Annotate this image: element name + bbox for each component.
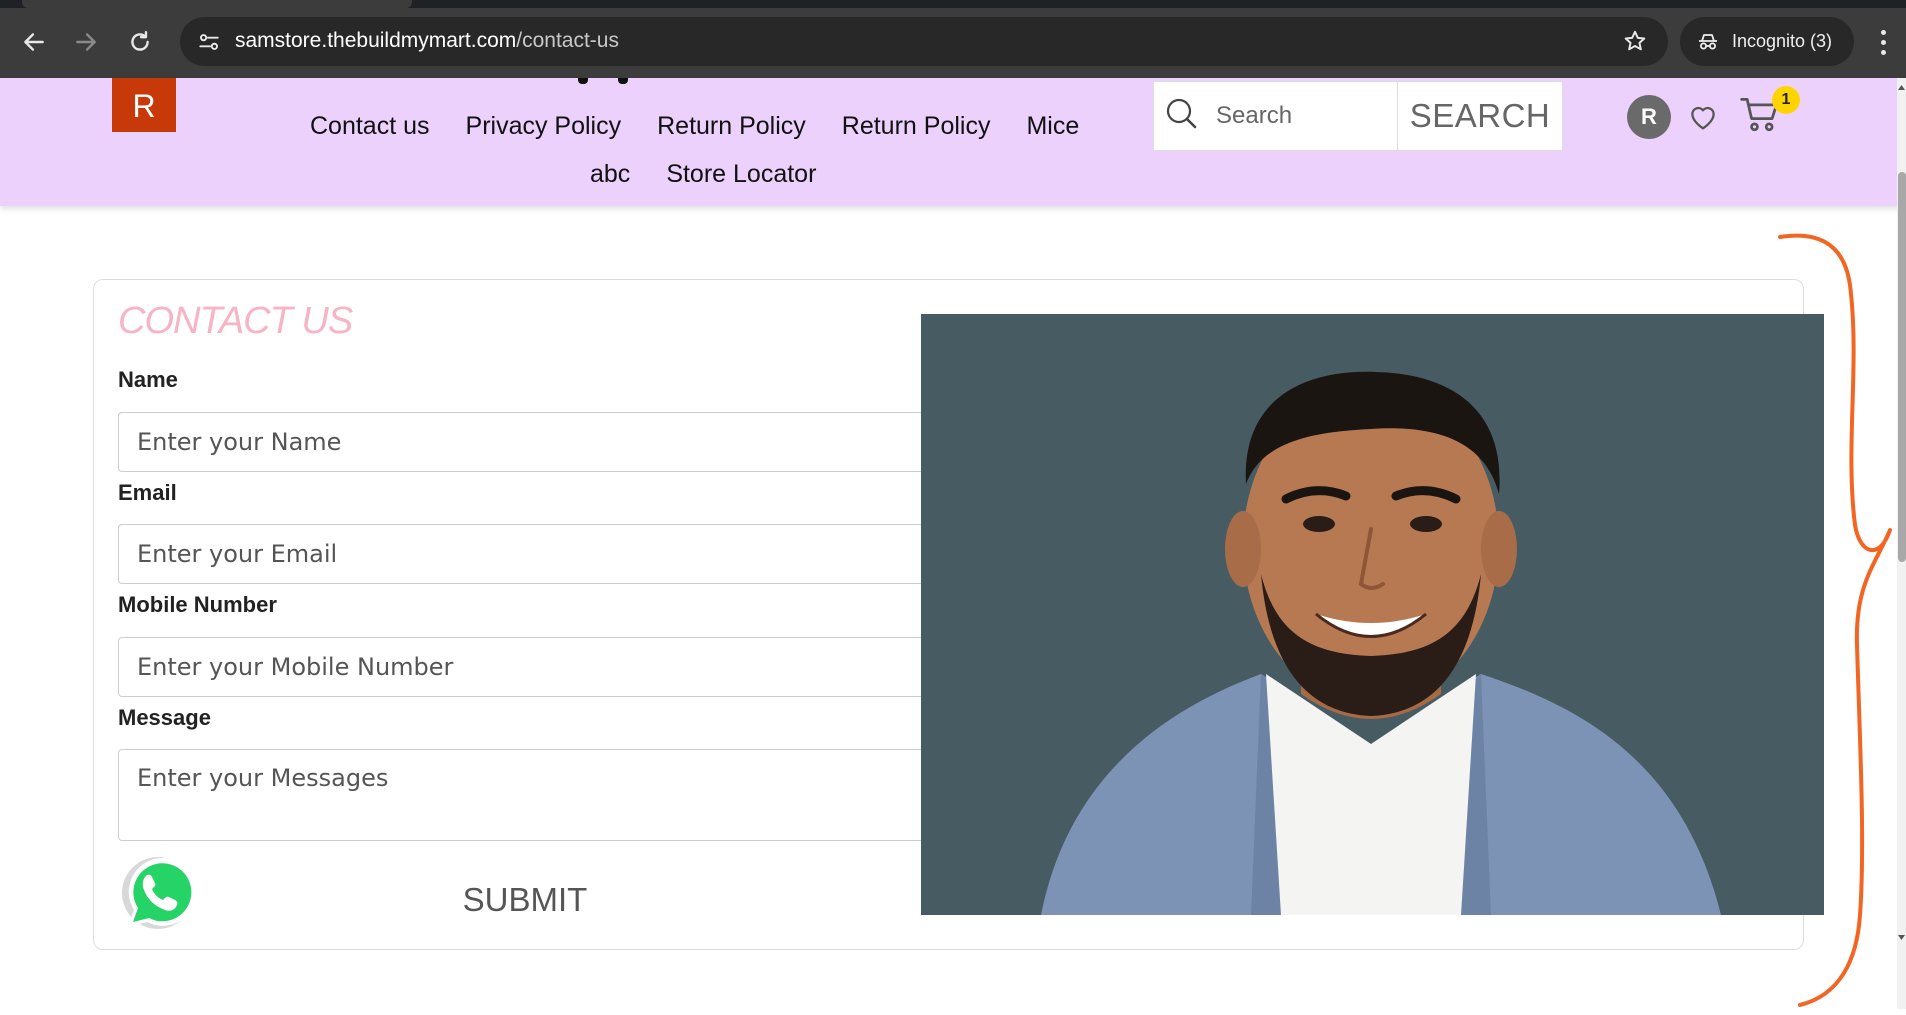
page-title: CONTACT US <box>118 300 353 342</box>
nav-menu-row-2: abc Store Locator <box>590 160 816 189</box>
site-header: R Contact us Privacy Policy Return Polic… <box>0 78 1906 206</box>
browser-toolbar: samstore.thebuildmymart.com/contact-us I… <box>0 0 1906 78</box>
nav-mice[interactable]: Mice <box>1026 112 1079 141</box>
cart-count-badge: 1 <box>1772 86 1800 114</box>
url-text[interactable]: samstore.thebuildmymart.com/contact-us <box>235 29 619 53</box>
active-tab[interactable] <box>22 0 412 8</box>
reload-button[interactable] <box>120 22 160 62</box>
forward-arrow-icon <box>76 33 96 51</box>
email-field[interactable] <box>118 524 938 584</box>
search-box <box>1153 81 1398 151</box>
back-button[interactable] <box>14 22 54 62</box>
search-button[interactable]: SEARCH <box>1398 81 1563 151</box>
mobile-label: Mobile Number <box>118 592 277 617</box>
bookmark-star-icon[interactable] <box>1622 28 1648 54</box>
nav-privacy-policy[interactable]: Privacy Policy <box>466 112 622 141</box>
submit-button[interactable]: SUBMIT <box>400 872 650 928</box>
nav-return-policy-2[interactable]: Return Policy <box>842 112 991 141</box>
tab-strip <box>0 0 1906 8</box>
name-field[interactable] <box>118 412 938 472</box>
email-label: Email <box>118 480 177 505</box>
nav-return-policy[interactable]: Return Policy <box>657 112 806 141</box>
scroll-down-icon[interactable] <box>1897 931 1906 945</box>
heart-icon[interactable] <box>1686 100 1720 134</box>
site-settings-icon[interactable] <box>196 29 222 55</box>
url-host: samstore.thebuildmymart.com <box>235 29 517 52</box>
incognito-indicator[interactable]: Incognito (3) <box>1680 17 1854 66</box>
mobile-field[interactable] <box>118 637 938 697</box>
nav-contact-us[interactable]: Contact us <box>310 112 430 141</box>
user-avatar[interactable]: R <box>1627 95 1671 139</box>
contact-photo <box>921 314 1824 915</box>
store-logo[interactable]: R <box>112 78 176 132</box>
name-label: Name <box>118 367 178 392</box>
scroll-up-icon[interactable] <box>1897 80 1906 94</box>
back-arrow-icon <box>24 33 44 51</box>
scrollbar-thumb[interactable] <box>1898 172 1906 562</box>
forward-button[interactable] <box>66 22 106 62</box>
cutoff-nav-fragment <box>578 78 588 84</box>
url-path: /contact-us <box>516 29 619 52</box>
menu-dots-icon[interactable] <box>1870 24 1896 60</box>
search-input[interactable] <box>1216 98 1386 134</box>
address-bar[interactable]: samstore.thebuildmymart.com/contact-us <box>180 17 1668 66</box>
reload-icon <box>131 31 149 51</box>
cutoff-nav-fragment <box>618 78 628 84</box>
nav-store-locator[interactable]: Store Locator <box>666 160 816 189</box>
incognito-label: Incognito (3) <box>1732 31 1833 51</box>
message-label: Message <box>118 705 211 730</box>
whatsapp-icon[interactable] <box>116 849 200 933</box>
search-icon <box>1166 98 1197 129</box>
nav-abc[interactable]: abc <box>590 160 630 189</box>
message-field[interactable] <box>118 749 938 841</box>
nav-menu-row-1: Contact us Privacy Policy Return Policy … <box>310 112 1079 141</box>
incognito-icon <box>1699 33 1717 49</box>
